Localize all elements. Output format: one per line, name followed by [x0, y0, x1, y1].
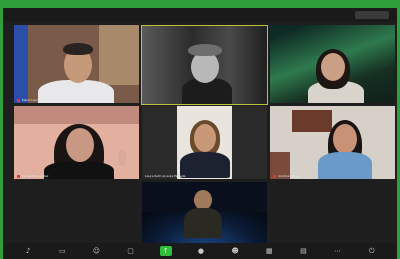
participant-face: [66, 128, 94, 162]
video-icon[interactable]: ▭: [57, 246, 67, 256]
top-bar: [3, 8, 397, 22]
leave-icon[interactable]: ⏻: [367, 246, 377, 256]
mic-muted-icon: [273, 174, 276, 178]
participant-name: Cristina Téllez: [273, 174, 392, 178]
participant-body: [184, 208, 222, 238]
share-icon[interactable]: ↑: [159, 246, 172, 256]
video-tile-3[interactable]: [270, 25, 395, 103]
meeting-toolbar: ♪ ▭ ☺ ▢ ↑ ● ☻ ▦ ▤ ⋯ ⏻: [3, 243, 397, 259]
more-icon[interactable]: ⋯: [333, 246, 343, 256]
video-tile-2[interactable]: [141, 25, 268, 105]
participant-name: Laura Ruth Arreola Estrada: [145, 174, 186, 178]
video-tile-6[interactable]: Cristina Téllez: [270, 106, 395, 179]
mic-muted-icon: [17, 174, 20, 178]
view-button[interactable]: [355, 11, 389, 19]
flag-banner: [14, 25, 28, 103]
wall-picture: [292, 110, 332, 132]
participant-face: [194, 190, 212, 210]
peace-sign-hand: [118, 150, 126, 166]
video-tile-5[interactable]: Laura Ruth Arreola Estrada: [142, 106, 267, 179]
participant-name: Kenya Hernández: [17, 174, 136, 178]
mic-muted-icon: [17, 98, 20, 102]
video-tile-1[interactable]: Mario Landa Rojas: [14, 25, 139, 103]
chat-icon[interactable]: ▢: [126, 246, 136, 256]
participant-face: [194, 124, 216, 152]
audio-icon[interactable]: ♪: [23, 246, 33, 256]
participant-face: [333, 124, 357, 154]
video-tile-7[interactable]: [142, 182, 267, 251]
participant-face: [321, 53, 345, 81]
participant-name: Mario Landa Rojas: [17, 98, 136, 102]
record-icon[interactable]: ●: [196, 246, 206, 256]
video-tile-4[interactable]: Kenya Hernández: [14, 106, 139, 179]
reactions-icon[interactable]: ☻: [230, 246, 240, 256]
apps-icon[interactable]: ▦: [264, 246, 274, 256]
whiteboard-icon[interactable]: ▤: [298, 246, 308, 256]
meeting-window: Mario Landa Rojas Kenya Hernández Laura …: [3, 8, 397, 259]
participants-icon[interactable]: ☺: [91, 246, 101, 256]
